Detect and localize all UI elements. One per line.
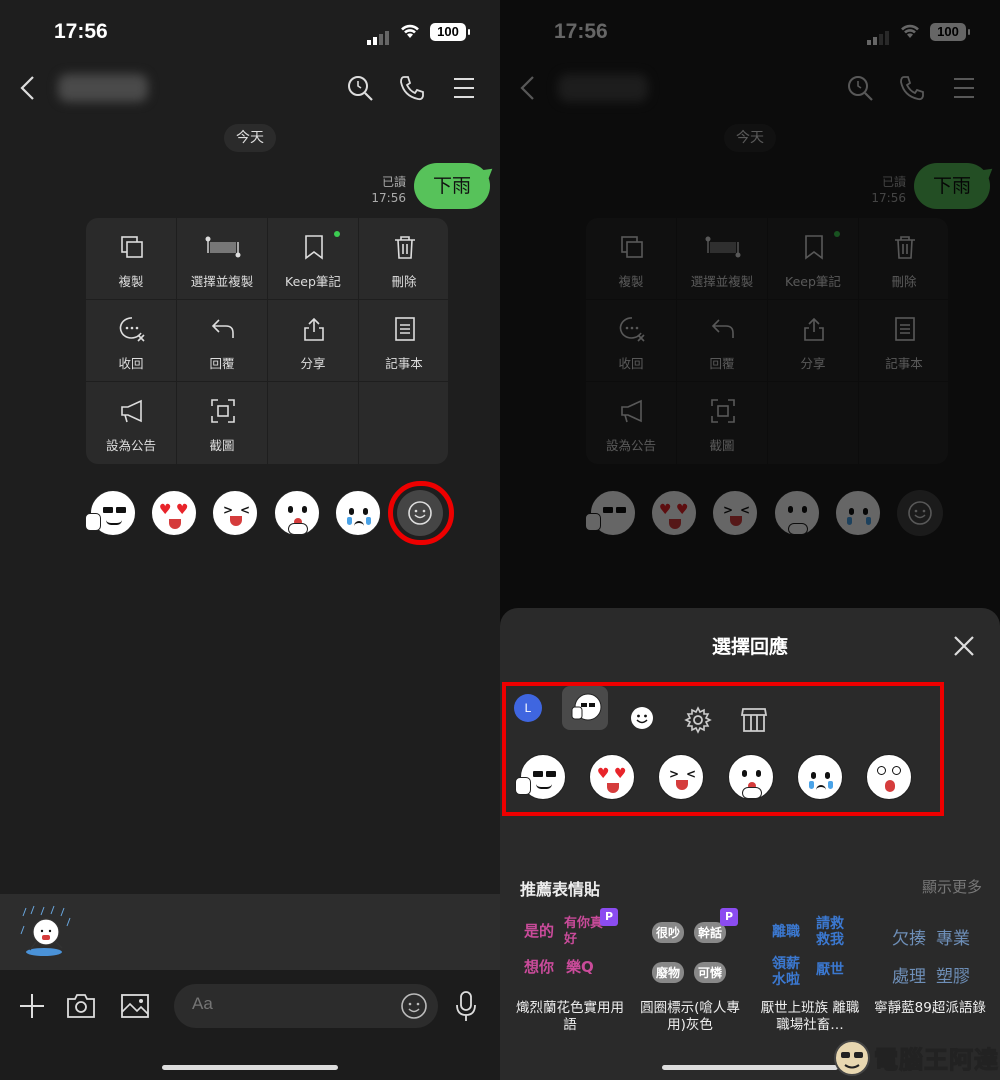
emoji-icon[interactable] — [400, 992, 428, 1020]
menu-label: 選擇並複製 — [190, 274, 254, 289]
menu-label: 設為公告 — [105, 438, 156, 453]
menu-unsend[interactable]: 收回 — [86, 300, 176, 381]
menu-announce[interactable]: 設為公告 — [86, 382, 176, 463]
menu-keep-note[interactable]: Keep筆記 — [268, 218, 358, 299]
camera-icon[interactable] — [66, 992, 96, 1020]
message-context-menu: 複製 選擇並複製 Keep筆記 刪除 收回 回覆 分享 記事本 設為公告 截圖 — [86, 218, 448, 464]
reply-icon — [211, 319, 234, 338]
back-icon[interactable] — [16, 74, 40, 102]
note-icon — [395, 317, 415, 341]
read-label: 已讀 — [381, 175, 406, 189]
microphone-icon[interactable] — [454, 990, 478, 1022]
menu-screenshot[interactable]: 截圖 — [177, 382, 267, 463]
plus-icon[interactable] — [18, 992, 46, 1020]
premium-badge: P — [720, 908, 738, 926]
menu-label: 分享 — [300, 356, 326, 371]
battery-indicator: 100 — [430, 23, 470, 41]
chat-screen-reaction-sheet: 17:56 100 今天 已讀 17:56 下雨 複製 選擇並複製 Keep筆記… — [500, 0, 1000, 1080]
rec-sticker-pack[interactable]: 很吵 幹話 廢物 可憐 P 圓圈標示(嗆人專用)灰色 — [632, 906, 748, 1046]
menu-delete[interactable]: 刪除 — [359, 218, 448, 299]
menu-label: 記事本 — [385, 356, 423, 371]
sticker-suggestion-bar — [0, 894, 500, 970]
status-time: 17:56 — [54, 20, 108, 43]
sheet-title: 選擇回應 — [711, 636, 788, 658]
input-bar — [0, 970, 500, 1080]
menu-icon[interactable] — [452, 74, 476, 102]
unsend-icon — [119, 317, 145, 342]
share-icon — [304, 317, 324, 341]
screenshot-icon — [211, 399, 235, 423]
premium-badge: P — [600, 908, 618, 926]
pack-name: 厭世上班族 離職 職場社畜… — [760, 1000, 860, 1033]
pack-thumbnail: 離職 請救救我 領薪水啦 厭世 — [772, 916, 844, 988]
message-input[interactable] — [174, 984, 438, 1028]
menu-label: 收回 — [118, 356, 144, 371]
megaphone-icon — [121, 399, 142, 423]
home-indicator — [662, 1065, 838, 1070]
pack-thumbnail: 欠揍 專業 處理 塑膠 — [892, 929, 970, 987]
phone-icon[interactable] — [398, 74, 426, 102]
reaction-thumbs-up[interactable] — [85, 490, 136, 536]
menu-label: Keep筆記 — [285, 274, 341, 289]
date-chip: 今天 — [224, 124, 276, 152]
rec-sticker-pack[interactable]: 離職 請救救我 領薪水啦 厭世 厭世上班族 離職 職場社畜… — [752, 906, 868, 1046]
menu-notes[interactable]: 記事本 — [359, 300, 448, 381]
message-field[interactable] — [192, 994, 392, 1014]
menu-label: 回覆 — [209, 356, 235, 371]
search-icon[interactable] — [346, 74, 374, 102]
highlight-box — [502, 682, 944, 816]
chat-header — [0, 66, 500, 110]
recommended-title: 推薦表情貼 — [520, 880, 601, 899]
pack-name: 圓圈標示(嗆人專用)灰色 — [640, 1000, 740, 1033]
show-more-link[interactable]: 顯示更多 — [922, 876, 982, 897]
reaction-picker-sheet: 選擇回應 L ♥♥ >< 推薦表情貼 顯示更多 是的 有你真好 想你 樂Q — [500, 608, 1000, 1080]
signal-icon — [367, 26, 391, 45]
bookmark-icon — [305, 235, 323, 260]
menu-copy[interactable]: 複製 — [86, 218, 176, 299]
rec-sticker-pack[interactable]: 是的 有你真好 想你 樂Q P 熾烈蘭花色實用用語 — [512, 906, 628, 1046]
new-indicator-dot — [334, 231, 340, 237]
contact-name-blurred — [58, 74, 148, 102]
pack-name: 寧靜藍89超派語錄 — [874, 1000, 986, 1016]
mascot-logo-icon — [834, 1040, 870, 1076]
rec-sticker-pack[interactable]: 欠揍 專業 處理 塑膠 寧靜藍89超派語錄 — [872, 906, 988, 1046]
close-icon[interactable] — [952, 634, 976, 658]
message-bubble[interactable]: 下雨 — [414, 163, 490, 209]
wifi-icon — [401, 24, 419, 38]
menu-reply[interactable]: 回覆 — [177, 300, 267, 381]
home-indicator — [162, 1065, 338, 1070]
read-receipt: 已讀 17:56 — [371, 174, 406, 206]
rain-sticker[interactable] — [20, 904, 76, 960]
chat-screen-context-menu: 17:56 100 今天 已讀 17:56 下雨 複製 選擇並複製 Keep筆記 — [0, 0, 500, 1080]
reaction-laugh[interactable]: > < — [212, 490, 258, 536]
menu-share[interactable]: 分享 — [268, 300, 358, 381]
reaction-love[interactable]: ♥ ♥ — [151, 490, 197, 536]
menu-select-copy[interactable]: 選擇並複製 — [177, 218, 267, 299]
reaction-crying[interactable] — [335, 490, 381, 536]
image-icon[interactable] — [120, 992, 150, 1020]
menu-label: 截圖 — [209, 438, 235, 453]
select-copy-icon — [205, 236, 241, 258]
pack-name: 熾烈蘭花色實用用語 — [516, 1000, 624, 1033]
copy-icon — [121, 236, 143, 258]
message-time: 17:56 — [371, 191, 406, 205]
highlight-circle — [388, 481, 454, 545]
site-watermark: 電腦王阿達 — [830, 1036, 1000, 1080]
menu-label: 複製 — [118, 274, 144, 289]
reaction-surprised[interactable] — [274, 490, 320, 536]
status-bar: 17:56 100 — [0, 18, 500, 48]
menu-label: 刪除 — [391, 274, 417, 289]
trash-icon — [395, 236, 415, 259]
